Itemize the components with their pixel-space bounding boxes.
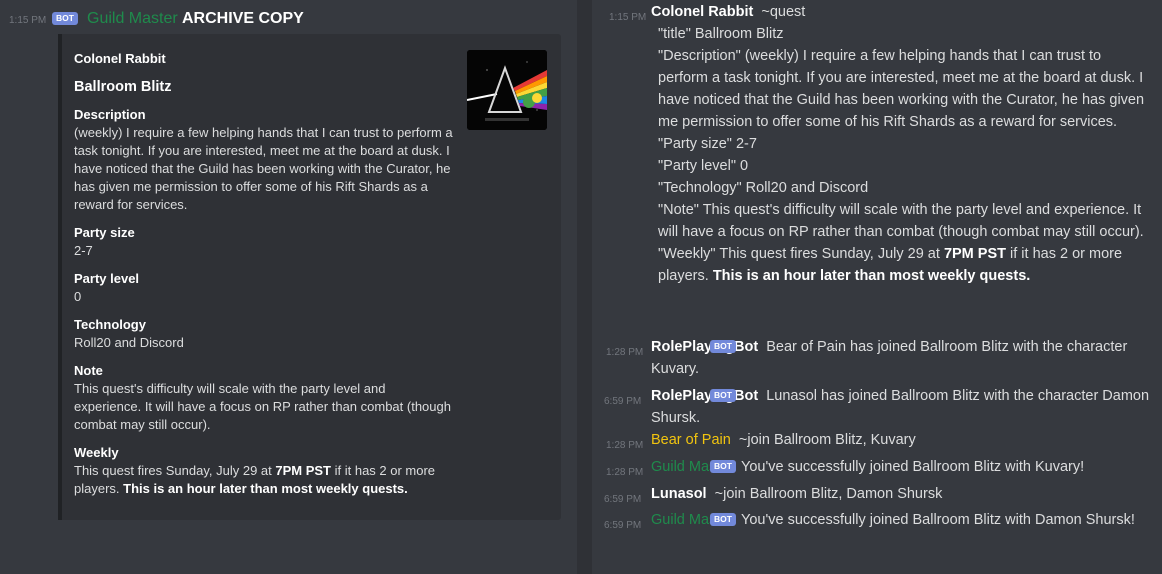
weekly-time: 7PM PST [275, 463, 331, 478]
message-text: ARCHIVE COPY [182, 10, 304, 27]
author-name[interactable]: Bear of Pain [651, 432, 731, 448]
timestamp: 6:59 PM [604, 396, 642, 407]
embed-body: Colonel Rabbit Ballroom Blitz Descriptio… [74, 50, 454, 508]
weekly-text: This quest fires Sunday, July 29 at [74, 463, 276, 478]
embed-thumbnail[interactable] [467, 50, 547, 130]
message-header: 1:15 PM BOT Guild Master ARCHIVE COPY [0, 8, 577, 32]
message-content: Bear of Pain ~join Ballroom Blitz, Kuvar… [651, 429, 1151, 451]
pane-divider [577, 0, 592, 574]
message-content: BOT Guild Master You've successfully joi… [651, 509, 1151, 531]
message-item: 1:28 PM BOT RolePlayingBot Bear of Pain … [592, 336, 1152, 380]
author-name[interactable]: Guild Master [87, 8, 178, 30]
quest-line: "Description" (weekly) I require a few h… [658, 48, 1145, 130]
message-text: ~join Ballroom Blitz, Kuvary [738, 432, 916, 448]
bot-badge: BOT [710, 340, 736, 353]
weekly-note: This is an hour later than most weekly q… [712, 268, 1031, 284]
timestamp: 1:15 PM [609, 12, 647, 23]
message-content: Lunasol ~join Ballroom Blitz, Damon Shur… [651, 483, 1151, 505]
field-value-description: (weekly) I require a few helping hands t… [74, 125, 453, 212]
weekly-text: "Weekly" This quest fires Sunday, July 2… [658, 246, 944, 262]
command-text: ~quest [761, 4, 806, 20]
field-name-description: Description [74, 107, 146, 122]
message-text: ~join Ballroom Blitz, Damon Shursk [714, 486, 943, 502]
field-name-technology: Technology [74, 317, 146, 332]
quest-embed: Colonel Rabbit Ballroom Blitz Descriptio… [58, 34, 561, 520]
right-chat-pane: 1:15 PM Colonel Rabbit ~quest "title" Ba… [592, 0, 1162, 574]
bot-badge: BOT [52, 12, 78, 25]
bot-badge: BOT [710, 460, 736, 473]
author-name[interactable]: RolePlayingBot [651, 339, 758, 355]
prism-rainbow-image [467, 50, 547, 130]
message-text: You've successfully joined Ballroom Blit… [741, 459, 1085, 475]
bot-badge: BOT [710, 513, 736, 526]
embed-author: Colonel Rabbit [74, 51, 166, 66]
field-value-party-size: 2-7 [74, 243, 93, 258]
timestamp: 6:59 PM [604, 494, 642, 505]
embed-title: Ballroom Blitz [74, 79, 172, 95]
quest-line: "title" Ballroom Blitz [658, 26, 784, 42]
field-name-weekly: Weekly [74, 445, 119, 460]
timestamp: 1:28 PM [606, 347, 644, 358]
message-item: 1:28 PM BOT Guild Master You've successf… [592, 456, 1152, 480]
message-item: 1:28 PM Bear of Pain ~join Ballroom Blit… [592, 429, 1152, 453]
message-quest-command: 1:15 PM Colonel Rabbit ~quest "title" Ba… [592, 0, 1152, 335]
timestamp: 6:59 PM [604, 520, 642, 531]
field-name-note: Note [74, 363, 103, 378]
message-item: 6:59 PM BOT RolePlayingBot Lunasol has j… [592, 385, 1152, 429]
message-text: You've successfully joined Ballroom Blit… [741, 512, 1135, 528]
message-content: BOT RolePlayingBot Lunasol has joined Ba… [651, 385, 1151, 429]
quest-line: "Party level" 0 [658, 158, 749, 174]
quest-line-weekly: "Weekly" This quest fires Sunday, July 2… [658, 243, 1152, 287]
quest-line: "Party size" 2-7 [658, 136, 757, 152]
weekly-time: 7PM PST [943, 246, 1006, 262]
message-item: 6:59 PM Lunasol ~join Ballroom Blitz, Da… [592, 483, 1152, 507]
message-item: 6:59 PM BOT Guild Master You've successf… [592, 509, 1152, 557]
timestamp: 1:15 PM [9, 15, 47, 26]
quest-line: "Technology" Roll20 and Discord [658, 180, 869, 196]
field-value-weekly: This quest fires Sunday, July 29 at 7PM … [74, 462, 454, 498]
field-value-party-level: 0 [74, 289, 82, 304]
timestamp: 1:28 PM [606, 467, 644, 478]
field-name-party-size: Party size [74, 225, 135, 240]
field-value-technology: Roll20 and Discord [74, 335, 184, 350]
author-name[interactable]: Lunasol [651, 486, 707, 502]
message-header: Colonel Rabbit ~quest [651, 1, 805, 23]
left-chat-pane: 1:15 PM BOT Guild Master ARCHIVE COPY Co… [0, 0, 577, 574]
quest-lines: "title" Ballroom Blitz "Description" (we… [658, 23, 1152, 287]
message-content: BOT Guild Master You've successfully joi… [651, 456, 1151, 478]
bot-badge: BOT [710, 389, 736, 402]
quest-line: "Note" This quest's difficulty will scal… [658, 202, 1144, 240]
field-value-note: This quest's difficulty will scale with … [74, 381, 451, 432]
timestamp: 1:28 PM [606, 440, 644, 451]
weekly-note: This is an hour later than most weekly q… [123, 481, 408, 496]
field-name-party-level: Party level [74, 271, 140, 286]
author-name[interactable]: RolePlayingBot [651, 388, 758, 404]
author-name[interactable]: Colonel Rabbit [651, 4, 753, 20]
message-content: BOT RolePlayingBot Bear of Pain has join… [651, 336, 1151, 380]
